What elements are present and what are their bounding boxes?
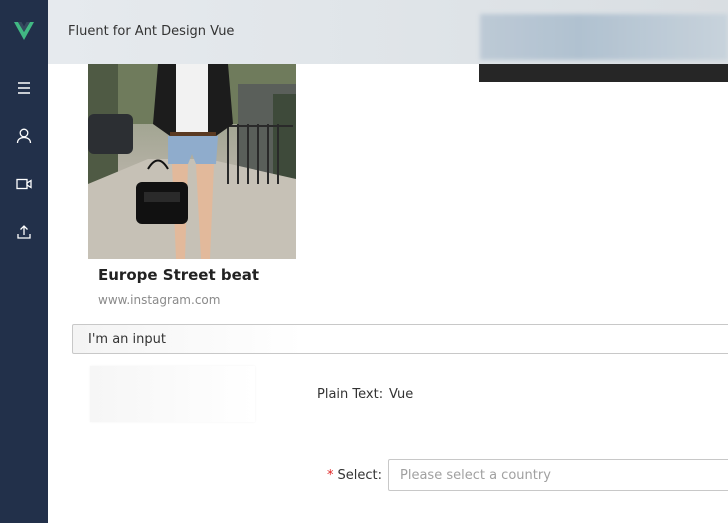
upload-icon[interactable] <box>14 222 34 242</box>
card-cover-image <box>88 64 296 259</box>
sidebar <box>0 0 48 523</box>
user-icon[interactable] <box>14 126 34 146</box>
text-input[interactable] <box>72 324 728 354</box>
select-placeholder: Please select a country <box>400 468 551 483</box>
card-title: Europe Street beat <box>98 266 260 284</box>
required-mark: * <box>327 468 334 483</box>
select-label: * Select: <box>327 468 382 483</box>
menu-icon[interactable] <box>14 78 34 98</box>
plain-text-label: Plain Text: <box>317 387 384 402</box>
plain-text-value: Vue <box>389 387 414 402</box>
header: Fluent for Ant Design Vue <box>48 0 728 64</box>
header-blurred-area <box>480 14 728 60</box>
dark-banner-strip <box>479 64 728 82</box>
country-select[interactable]: Please select a country <box>388 459 728 491</box>
card-description[interactable]: www.instagram.com <box>98 293 220 307</box>
app-title: Fluent for Ant Design Vue <box>68 24 235 39</box>
vue-logo-icon[interactable] <box>14 22 34 40</box>
ghost-panel <box>90 366 255 422</box>
video-camera-icon[interactable] <box>14 174 34 194</box>
